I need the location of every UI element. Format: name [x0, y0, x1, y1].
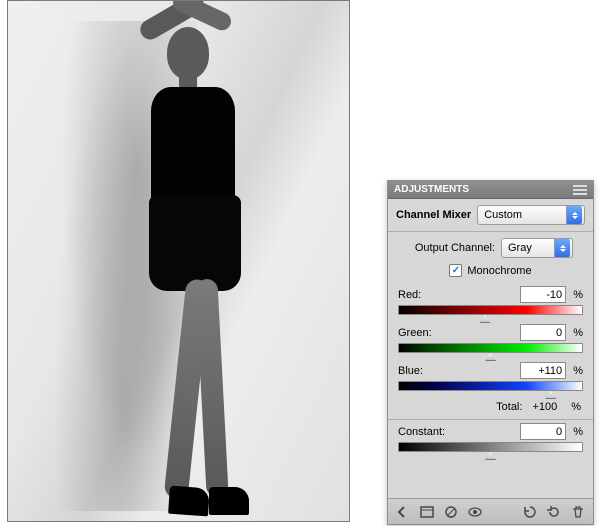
green-slider-thumb[interactable] — [485, 352, 496, 361]
blue-slider-group: Blue: % — [388, 359, 593, 397]
back-arrow-icon[interactable] — [394, 503, 412, 521]
clip-to-layer-icon[interactable] — [442, 503, 460, 521]
chevron-updown-icon — [566, 206, 582, 224]
previous-state-icon[interactable] — [521, 503, 539, 521]
adjustments-panel: ADJUSTMENTS Channel Mixer Custom Output … — [387, 180, 594, 525]
red-slider-thumb[interactable] — [480, 314, 491, 323]
red-input[interactable] — [520, 286, 566, 303]
total-row: Total: +100 % — [388, 397, 593, 420]
output-channel-label: Output Channel: — [415, 242, 495, 254]
trash-icon[interactable] — [569, 503, 587, 521]
monochrome-checkbox[interactable] — [449, 264, 462, 277]
constant-slider-thumb[interactable] — [485, 451, 496, 460]
blue-slider-track[interactable] — [398, 381, 583, 391]
red-slider-track[interactable] — [398, 305, 583, 315]
panel-bottombar — [388, 498, 593, 524]
preset-value: Custom — [484, 209, 522, 221]
output-channel-row: Output Channel: Gray — [388, 232, 593, 264]
green-slider-group: Green: % — [388, 321, 593, 359]
monochrome-row: Monochrome — [388, 264, 593, 283]
total-label: Total: — [496, 401, 522, 413]
blue-input[interactable] — [520, 362, 566, 379]
preset-select[interactable]: Custom — [477, 205, 585, 225]
image-shadow — [48, 21, 198, 511]
green-slider-track[interactable] — [398, 343, 583, 353]
constant-slider-group: Constant: % — [388, 420, 593, 458]
constant-input[interactable] — [520, 423, 566, 440]
percent-label: % — [573, 289, 583, 301]
panel-title: ADJUSTMENTS — [394, 184, 469, 195]
percent-label: % — [573, 426, 583, 438]
reset-icon[interactable] — [545, 503, 563, 521]
monochrome-label: Monochrome — [467, 265, 531, 277]
blue-slider-thumb[interactable] — [545, 390, 556, 399]
panel-menu-icon[interactable] — [573, 185, 587, 195]
percent-label: % — [573, 327, 583, 339]
adjustment-type-row: Channel Mixer Custom — [388, 199, 593, 231]
expand-view-icon[interactable] — [418, 503, 436, 521]
image-content — [123, 9, 293, 514]
adjustment-type-label: Channel Mixer — [396, 209, 471, 221]
green-label: Green: — [398, 327, 432, 339]
visibility-icon[interactable] — [466, 503, 484, 521]
chevron-updown-icon — [554, 239, 570, 257]
percent-label: % — [571, 401, 581, 413]
percent-label: % — [573, 365, 583, 377]
total-value: +100 — [532, 401, 557, 413]
document-canvas[interactable] — [7, 0, 350, 522]
panel-titlebar[interactable]: ADJUSTMENTS — [388, 181, 593, 199]
red-label: Red: — [398, 289, 421, 301]
constant-label: Constant: — [398, 426, 445, 438]
constant-slider-track[interactable] — [398, 442, 583, 452]
output-channel-select[interactable]: Gray — [501, 238, 573, 258]
blue-label: Blue: — [398, 365, 423, 377]
green-input[interactable] — [520, 324, 566, 341]
output-channel-value: Gray — [508, 242, 532, 254]
red-slider-group: Red: % — [388, 283, 593, 321]
